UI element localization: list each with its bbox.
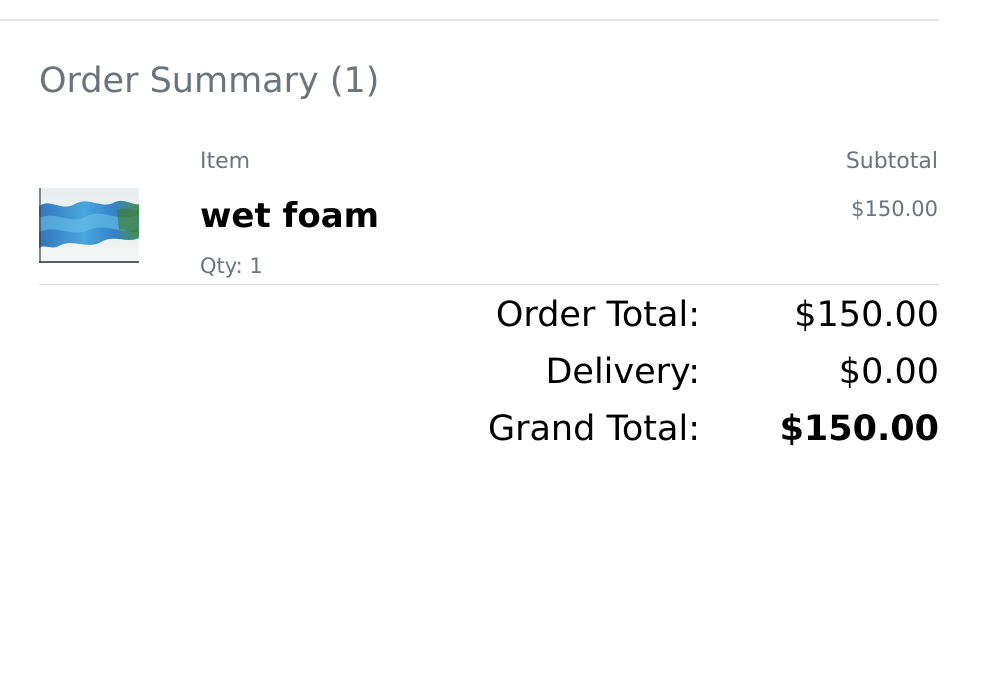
item-name[interactable]: wet foam [200,195,379,237]
order-summary-title: Order Summary (1) [39,61,380,101]
order-total-label: Order Total: [495,295,700,335]
grand-total-label: Grand Total: [487,409,700,449]
grand-total-value: $150.00 [779,409,939,449]
delivery-value: $0.00 [838,352,939,392]
item-quantity: Qty: 1 [200,254,263,278]
item-subtotal: $150.00 [851,197,938,221]
delivery-label: Delivery: [545,352,700,392]
order-totals: Order Total: $150.00 Delivery: $0.00 Gra… [400,292,939,463]
delivery-row: Delivery: $0.00 [400,349,939,406]
top-divider [0,19,939,21]
item-row-divider [39,284,939,285]
order-total-value: $150.00 [794,295,939,335]
abstract-blue-painting-image [39,188,139,263]
order-total-row: Order Total: $150.00 [400,292,939,349]
grand-total-row: Grand Total: $150.00 [400,406,939,463]
column-header-subtotal: Subtotal [845,149,938,174]
item-thumbnail[interactable] [39,188,139,263]
column-header-item: Item [200,149,251,174]
